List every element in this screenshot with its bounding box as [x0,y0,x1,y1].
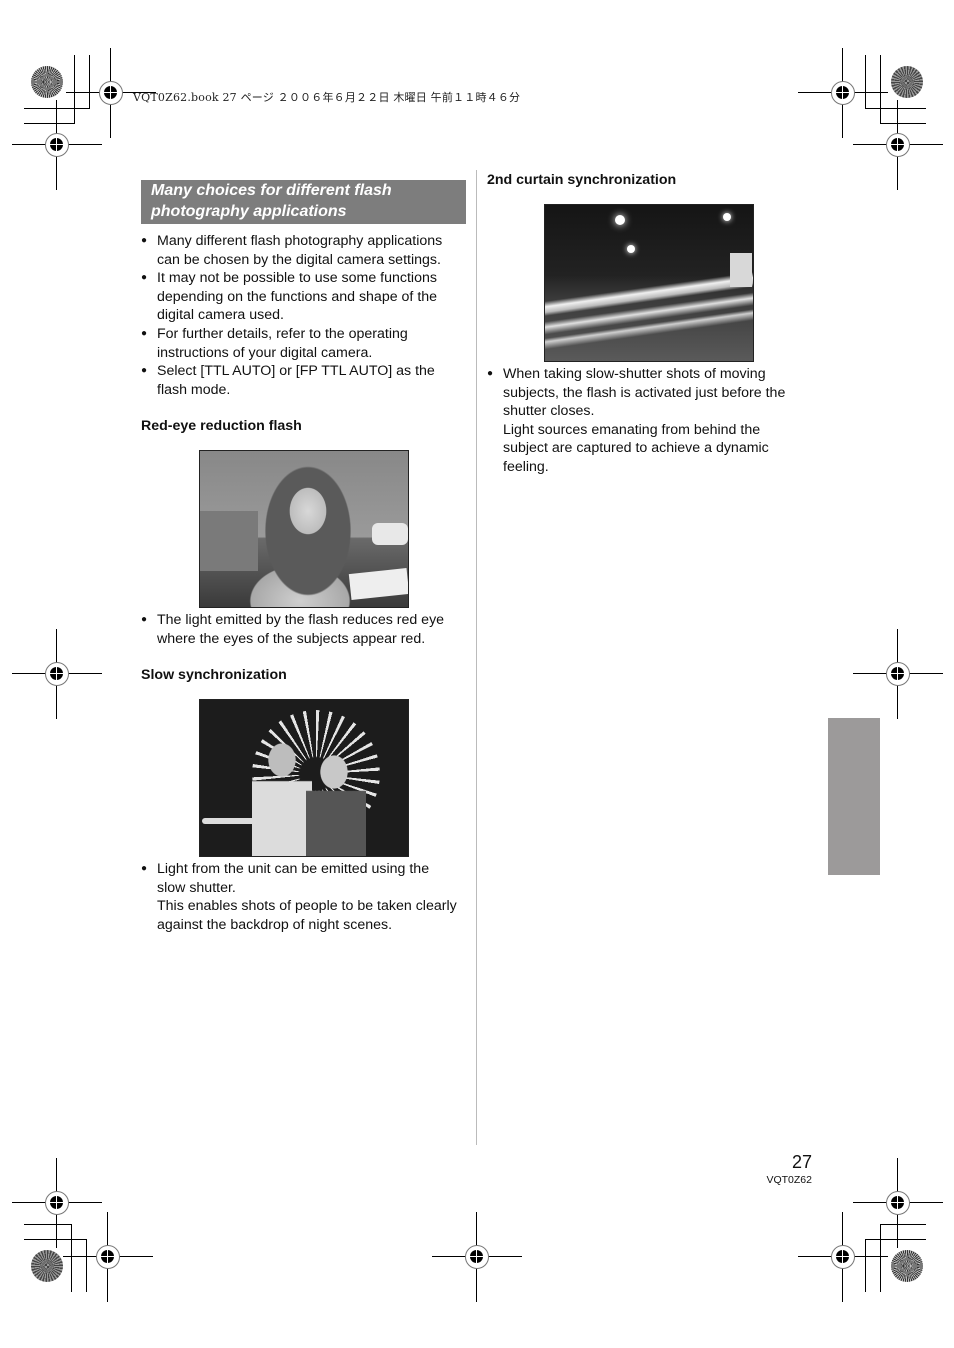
second-curtain-heading: 2nd curtain synchronization [487,172,677,188]
registration-mark-icon [853,629,943,719]
intro-bullet-list: Many different flash photography applica… [141,232,466,399]
color-registration-starburst-icon [891,66,923,98]
list-item: Many different flash photography applica… [141,232,466,269]
section-title-box: Many choices for different flash photogr… [141,180,466,224]
ferris-wheel-night-photo [199,699,409,857]
chapter-side-tab [828,718,880,875]
crop-mark [865,1239,926,1240]
crop-mark [865,1239,866,1292]
color-registration-starburst-icon [891,1250,923,1282]
list-item: It may not be possible to use some funct… [141,269,466,325]
night-street-light-trails-photo [544,204,754,362]
slow-sync-bullet-list: Light from the unit can be emitted using… [141,860,466,934]
registration-mark-icon [12,100,102,190]
registration-mark-icon [63,1212,153,1302]
list-item-continuation: This enables shots of people to be taken… [141,897,466,934]
list-item: Light from the unit can be emitted using… [141,860,466,897]
color-registration-starburst-icon [31,66,63,98]
bullet-text: Light from the unit can be emitted using… [157,861,430,896]
street-light-glow [627,245,635,253]
print-header: VQT0Z62.book 27 ページ ２００６年６月２２日 木曜日 午前１１時… [133,91,521,104]
section-title-line: photography applications [151,203,347,220]
column-divider [476,170,477,1145]
color-registration-starburst-icon [31,1250,63,1282]
list-item: The light emitted by the flash reduces r… [141,611,466,648]
slow-sync-heading: Slow synchronization [141,667,287,683]
cabinet-shape [200,511,258,571]
crop-mark [880,1224,881,1292]
second-curtain-bullet-list: When taking slow-shutter shots of moving… [487,365,807,477]
bullet-text: When taking slow-shutter shots of moving… [503,366,786,420]
pillow-shape [372,523,408,545]
paper-shape [348,568,408,600]
city-lights-shape [202,818,257,824]
registration-mark-icon [12,629,102,719]
list-item-continuation: Light sources emanating from behind the … [487,421,807,477]
registration-mark-icon [432,1212,522,1302]
list-item: Select [TTL AUTO] or [FP TTL AUTO] as th… [141,362,466,399]
document-code: VQT0Z62 [766,1174,812,1186]
list-item: When taking slow-shutter shots of moving… [487,365,807,421]
section-title-line: Many choices for different flash [151,182,392,199]
girl-writing-photo [199,450,409,608]
person-shape [306,750,366,856]
person-shape [252,740,312,856]
list-item: For further details, refer to the operat… [141,325,466,362]
registration-mark-icon [798,1212,888,1302]
crop-mark [880,1224,926,1225]
red-eye-heading: Red-eye reduction flash [141,418,302,434]
street-light-glow [723,213,731,221]
street-light-glow [615,215,625,225]
building-shape [730,253,752,287]
red-eye-bullet-list: The light emitted by the flash reduces r… [141,611,466,648]
bullet-text: This enables shots of people to be taken… [157,898,457,933]
registration-mark-icon [853,100,943,190]
page-number: 27 [791,1152,812,1172]
bullet-text: Light sources emanating from behind the … [503,421,769,475]
